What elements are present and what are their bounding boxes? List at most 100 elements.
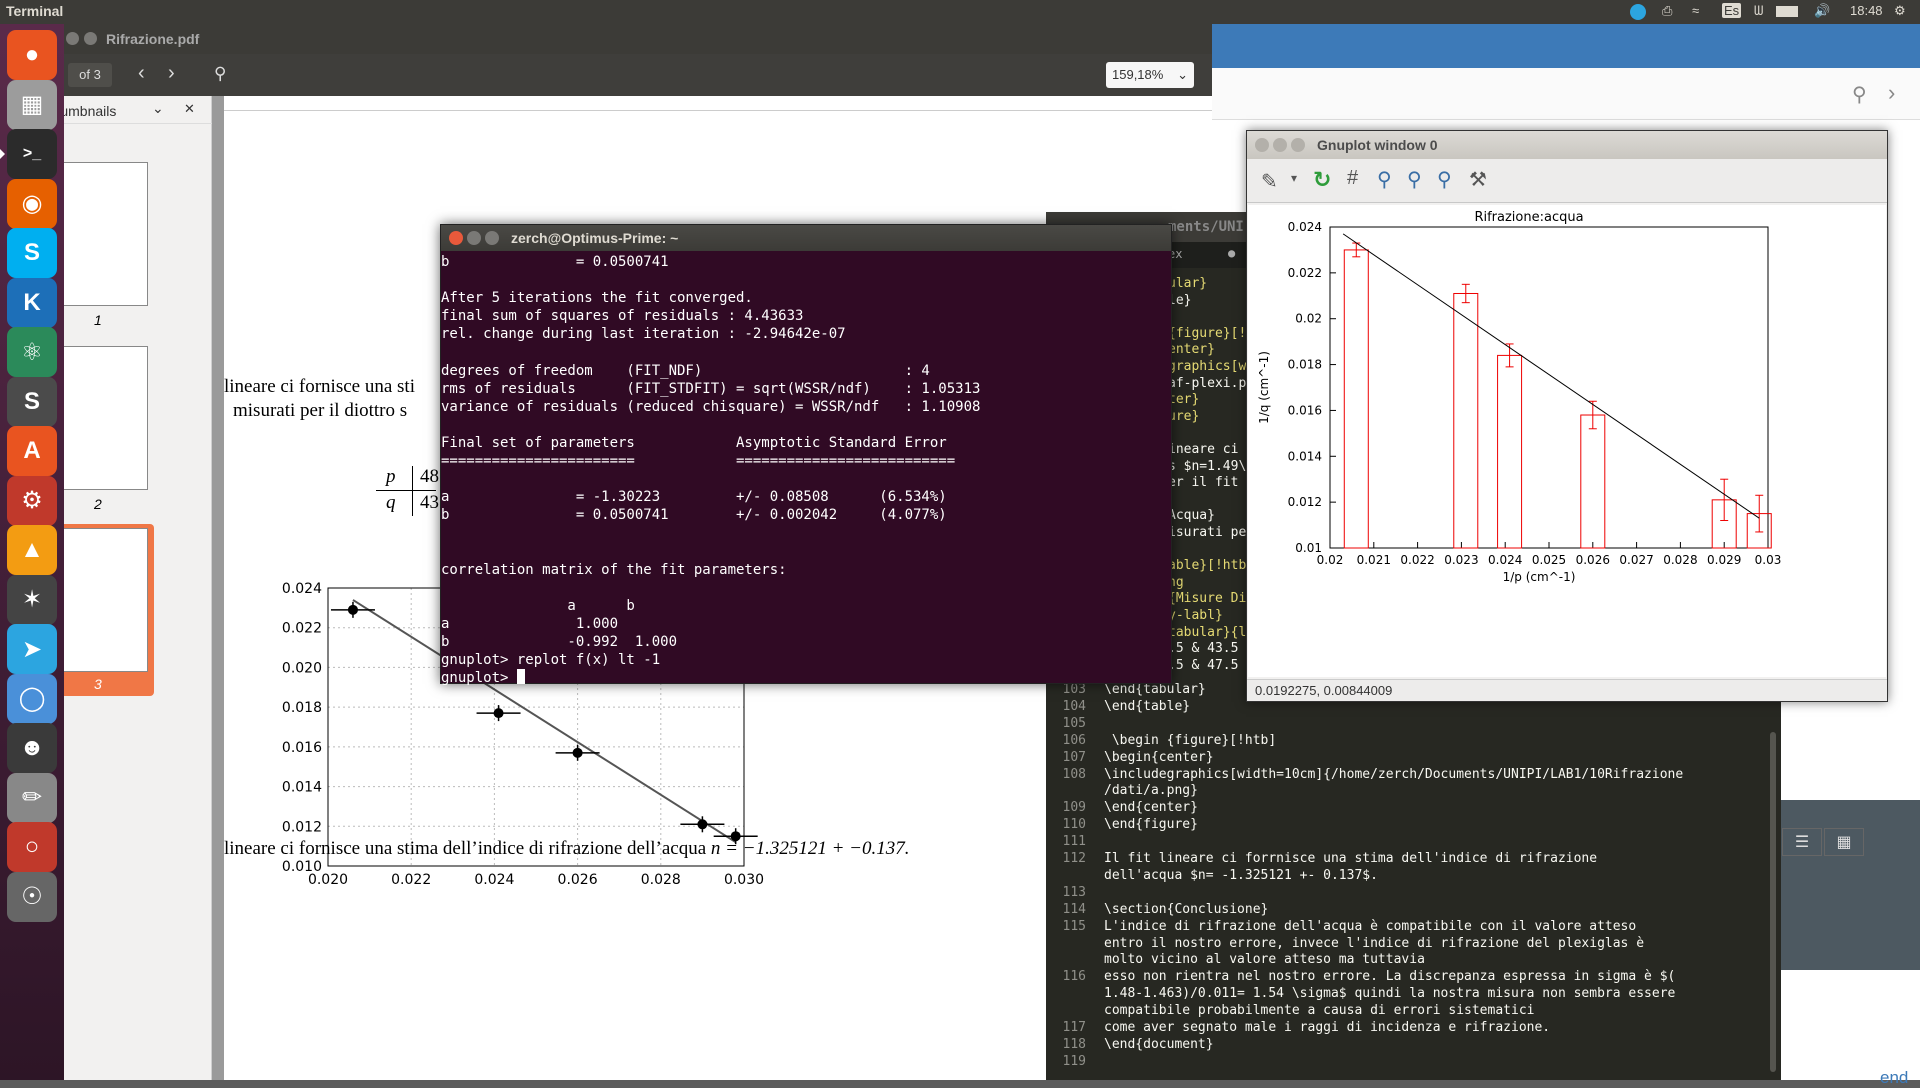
line-number: 116 xyxy=(1062,969,1086,985)
search-icon[interactable]: ⚲ xyxy=(214,64,226,84)
terminal-window[interactable]: zerch@Optimus-Prime: ~ b = 0.0500741 Aft… xyxy=(440,224,1172,687)
chevron-down-icon[interactable]: ▾ xyxy=(1291,171,1297,185)
gnome-web-photo-icon[interactable]: ✶ xyxy=(7,574,57,625)
terminal-icon[interactable]: >_ xyxy=(0,129,57,179)
kile-icon[interactable]: K xyxy=(7,277,57,328)
grid-icon[interactable]: # xyxy=(1347,167,1358,190)
line-number: 115 xyxy=(1062,918,1086,934)
volume-icon[interactable]: 🔊 xyxy=(1814,3,1830,19)
autoscale-icon[interactable]: ⚲ xyxy=(1437,167,1452,192)
telegram-icon[interactable] xyxy=(1630,4,1646,20)
page-thumbnail-3[interactable] xyxy=(64,528,148,672)
next-page-icon[interactable]: › xyxy=(168,62,175,85)
bottom-text-prefix: lineare ci fornisce una stima dell’indic… xyxy=(224,838,711,859)
editor-fragment-line: ineare ci xyxy=(1168,442,1239,457)
vlc-icon[interactable]: ▲ xyxy=(7,525,57,575)
firefox-icon[interactable]: ◉ xyxy=(7,178,57,229)
previous-page-icon[interactable]: ‹ xyxy=(138,62,145,85)
bottom-text: lineare ci fornisce una stima dell’indic… xyxy=(224,838,909,860)
skype-icon[interactable]: S xyxy=(7,228,57,278)
printer-icon[interactable]: ⎙ xyxy=(1662,3,1672,19)
gear-icon[interactable]: ⚙ xyxy=(1894,3,1906,19)
gnuplot-statusbar: 0.0192275, 0.00844009 xyxy=(1247,679,1887,701)
wifi-icon[interactable]: ≈ xyxy=(1692,3,1699,18)
code-line: \begin {figure}[!htb] xyxy=(1104,732,1277,748)
code-line: come aver segnato male i raggi di incide… xyxy=(1104,1020,1551,1035)
software-center-icon[interactable]: A xyxy=(7,426,57,476)
line-number: 107 xyxy=(1062,749,1086,765)
minimize-icon[interactable] xyxy=(467,231,481,245)
terminal-line: variance of residuals (reduced chisquare… xyxy=(441,398,981,415)
clock[interactable]: 18:48 xyxy=(1850,3,1883,18)
terminal-output: b = 0.0500741 After 5 iterations the fit… xyxy=(441,253,980,687)
thumb-number: 1 xyxy=(94,312,102,328)
editor-fragment-line: enter} xyxy=(1168,342,1215,358)
y-tick-label: 0.022 xyxy=(282,621,322,637)
data-point xyxy=(493,708,504,719)
maximize-icon[interactable] xyxy=(485,231,499,245)
bug-buddy-icon[interactable]: ☻ xyxy=(7,723,57,773)
grid-view-icon[interactable]: ▦ xyxy=(1824,828,1864,856)
x-tick-label: 0.024 xyxy=(474,872,514,888)
close-icon[interactable] xyxy=(1255,138,1269,152)
search-icon[interactable]: ⚲ xyxy=(1852,82,1867,107)
y-tick-label: 0.012 xyxy=(1288,495,1322,509)
tab-close-icon[interactable]: ● xyxy=(1228,246,1235,260)
telegram-icon[interactable]: ➤ xyxy=(7,624,57,674)
terminal-line: a = -1.30223 +/- 0.08508 (6.534%) xyxy=(441,489,947,506)
settings-wrench-icon[interactable]: ⚒ xyxy=(1469,167,1487,192)
bottom-text-math: n = −1.325121 + −0.137. xyxy=(710,838,910,859)
code-line: \end{center} xyxy=(1104,800,1198,816)
replot-icon[interactable]: ↻ xyxy=(1313,167,1331,193)
keyboard-layout[interactable]: Es xyxy=(1722,3,1742,18)
gnuplot-plot[interactable]: Rifrazione:acqua 0.024 0.022 0.02 0.018 0.016… xyxy=(1248,205,1886,677)
editor-scrollbar[interactable] xyxy=(1770,732,1776,1072)
ubuntu-dash-icon[interactable]: ● xyxy=(7,30,57,80)
system-settings-icon[interactable]: ⚙ xyxy=(7,475,57,526)
chevron-right-icon[interactable]: › xyxy=(1888,80,1895,106)
bluetooth-icon[interactable]: ᗯ xyxy=(1754,3,1763,19)
atom-icon[interactable]: ⚛ xyxy=(7,327,57,377)
code-line: \begin{center} xyxy=(1104,749,1214,765)
files-icon[interactable]: ▦ xyxy=(7,79,57,130)
y-tick-label: 0.018 xyxy=(282,700,322,716)
editor-code[interactable]: 103 \end{tabular} 104 \end{table} 105 106 \be… xyxy=(1046,682,1781,1082)
rubber-icon[interactable]: ✏ xyxy=(7,772,57,823)
line-number: 118 xyxy=(1062,1036,1086,1052)
close-icon[interactable] xyxy=(66,32,79,45)
cursor-coordinates: 0.0192275, 0.00844009 xyxy=(1255,683,1393,698)
disks-icon[interactable]: ☉ xyxy=(7,871,57,922)
x-tick-label: 0.026 xyxy=(558,872,598,888)
chevron-down-icon[interactable]: ⌄ xyxy=(152,100,164,117)
y-tick-label: 0.022 xyxy=(1288,266,1322,280)
editor-fragment-line: y-labl} xyxy=(1168,608,1223,623)
page-fragment-end[interactable]: end xyxy=(1880,1068,1908,1088)
zoom-forward-icon[interactable]: ⚲ xyxy=(1407,167,1422,192)
evince-icon[interactable]: ○ xyxy=(7,822,57,872)
close-icon[interactable]: ✕ xyxy=(184,101,195,117)
line-number: 109 xyxy=(1062,800,1086,816)
plot-background xyxy=(1248,205,1886,677)
minimize-icon[interactable] xyxy=(1273,138,1287,152)
battery-icon[interactable] xyxy=(1776,6,1798,17)
editor-fragment-line: able}[!htb xyxy=(1168,558,1247,574)
page-thumbnail-2[interactable] xyxy=(64,346,148,490)
y-tick-label: 0.016 xyxy=(1288,403,1322,417)
list-view-icon[interactable]: ☰ xyxy=(1782,828,1822,856)
editor-fragment-line: isurati pe xyxy=(1168,525,1247,540)
zoom-select[interactable]: 159,18% ⌄ xyxy=(1106,62,1194,88)
y-axis-label: 1/q (cm^-1) xyxy=(1257,351,1271,424)
code-line: /dati/a.png} xyxy=(1104,783,1198,799)
close-icon[interactable] xyxy=(449,231,463,245)
maximize-icon[interactable] xyxy=(84,32,97,45)
editor-fragment-line: graphics[w xyxy=(1168,359,1247,374)
export-icon[interactable]: ✎ xyxy=(1261,169,1278,194)
chromium-icon[interactable]: ◯ xyxy=(7,673,57,724)
app-title: Terminal xyxy=(6,3,64,19)
maximize-icon[interactable] xyxy=(1291,138,1305,152)
page-of-field[interactable]: of 3 xyxy=(68,63,112,87)
sublime-text-icon[interactable]: S xyxy=(7,376,57,427)
page-thumbnail-1[interactable] xyxy=(64,162,148,306)
terminal-line: b = 0.0500741 xyxy=(441,254,669,270)
zoom-back-icon[interactable]: ⚲ xyxy=(1377,167,1392,192)
